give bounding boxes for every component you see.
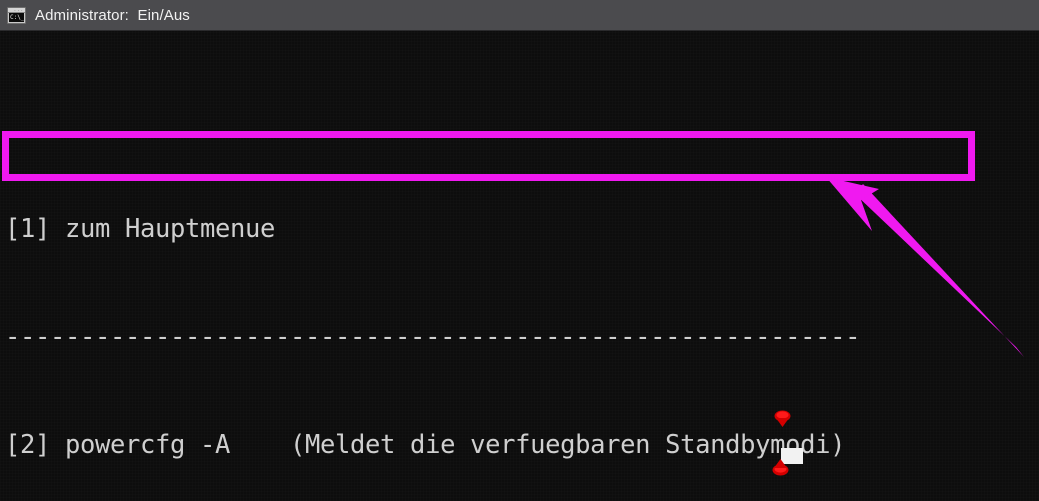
menu-item-1[interactable]: [1] zum Hauptmenue xyxy=(5,211,1039,247)
console-text-area[interactable]: [1] zum Hauptmenue ---------------------… xyxy=(0,31,1039,501)
icon-prompt-text: C:\_ xyxy=(9,12,24,22)
menu-item-2[interactable]: [2] powercfg -A (Meldet die verfuegbaren… xyxy=(5,427,1039,463)
icon-window-buttons: ... xyxy=(13,6,24,12)
red-marker-bottom xyxy=(772,459,789,476)
console-lines: [1] zum Hauptmenue ---------------------… xyxy=(5,31,1039,501)
console-window: ... C:\_ Administrator: Ein/Aus [1] zum … xyxy=(0,0,1039,501)
window-titlebar[interactable]: ... C:\_ Administrator: Ein/Aus xyxy=(0,0,1039,31)
cmd-console-icon: ... C:\_ xyxy=(7,6,26,24)
window-title: Administrator: Ein/Aus xyxy=(35,6,190,24)
console-line-blank-top xyxy=(5,103,1039,139)
separator-1: ----------------------------------------… xyxy=(5,322,861,352)
red-marker-top xyxy=(774,410,791,427)
